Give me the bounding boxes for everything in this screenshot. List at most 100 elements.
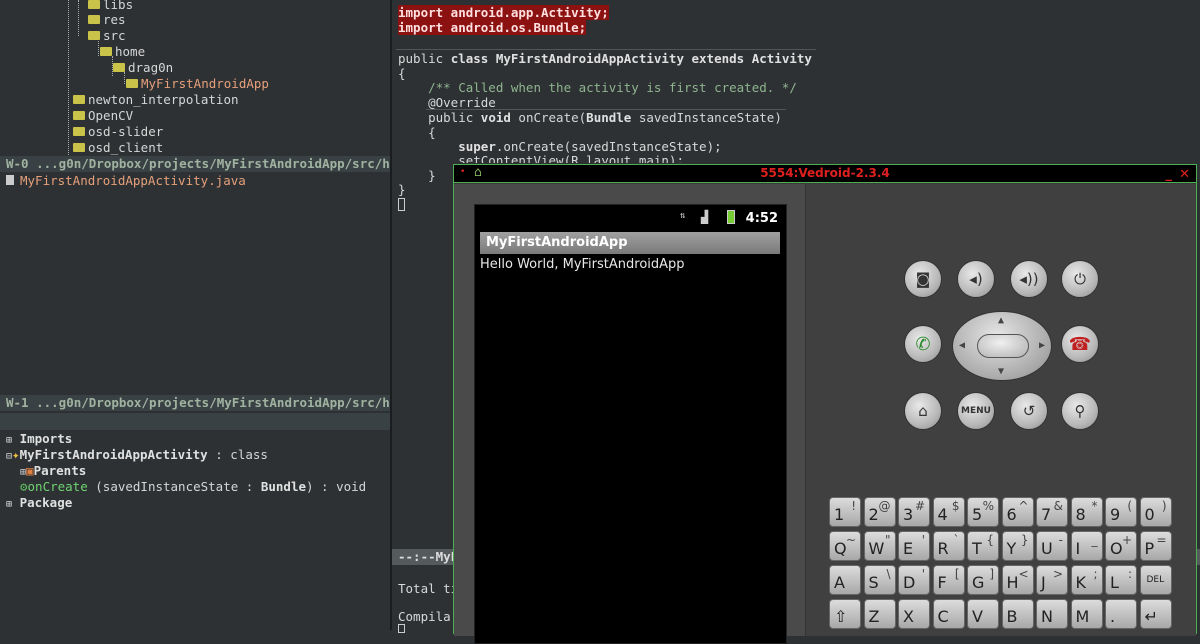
code-method-decl: public void onCreate(Bundle savedInstanc… bbox=[398, 110, 782, 125]
minimize-button[interactable]: _ bbox=[1166, 167, 1173, 182]
key-row3-9[interactable]: DEL bbox=[1139, 565, 1172, 595]
key-row1-5[interactable]: 6 ^ bbox=[1001, 497, 1034, 527]
key-row3-1[interactable]: S \ bbox=[863, 565, 896, 595]
key-row4-0[interactable]: ⇧ bbox=[829, 599, 861, 629]
key-row1-7[interactable]: 8 * bbox=[1070, 497, 1103, 527]
key-row3-3[interactable]: F[ bbox=[932, 565, 965, 595]
method-icon: ⚙ bbox=[20, 479, 28, 494]
key-row4-2[interactable]: X bbox=[898, 599, 930, 629]
key-row4-3[interactable]: C bbox=[932, 599, 965, 629]
key-row1-1[interactable]: 2 @ bbox=[863, 497, 896, 527]
key-row4-6[interactable]: N bbox=[1036, 599, 1068, 629]
key-shift-label: \ bbox=[886, 567, 891, 581]
key-row1-8[interactable]: 9( bbox=[1105, 497, 1137, 527]
key-row2-2[interactable]: E ' bbox=[898, 531, 930, 561]
end-call-button[interactable]: ☎ bbox=[1061, 325, 1099, 363]
outline-parents[interactable]: ⊞▣Parents bbox=[20, 463, 86, 479]
file-entry[interactable]: MyFirstAndroidAppActivity.java bbox=[6, 173, 246, 189]
volume-up-button[interactable]: ◂)) bbox=[1010, 260, 1048, 298]
key-row3-4[interactable]: G] bbox=[967, 565, 999, 595]
key-row2-7[interactable]: I _ bbox=[1070, 531, 1103, 561]
key-row3-0[interactable]: A bbox=[829, 565, 861, 595]
expand-icon[interactable]: ⊞ bbox=[6, 499, 12, 510]
folder-icon bbox=[100, 47, 112, 56]
outline-method[interactable]: ⚙onCreate (savedInstanceState : Bundle) … bbox=[20, 479, 366, 495]
dpad-left-icon[interactable]: ◀ bbox=[959, 340, 965, 351]
key-row1-9[interactable]: 0) bbox=[1139, 497, 1172, 527]
outline-imports[interactable]: ⊞ Imports bbox=[6, 431, 72, 447]
dpad-up-icon[interactable]: ▲ bbox=[998, 315, 1004, 326]
key-row2-1[interactable]: W " bbox=[863, 531, 896, 561]
tree-item-newton-interpolation[interactable]: newton_interpolation bbox=[73, 92, 239, 108]
key-main-label: Y bbox=[1006, 539, 1017, 558]
key-row2-9[interactable]: P = bbox=[1139, 531, 1172, 561]
folder-icon bbox=[88, 31, 100, 40]
dpad-right-icon[interactable]: ▶ bbox=[1039, 340, 1045, 351]
tree-item-home[interactable]: home bbox=[100, 44, 145, 60]
key-shift-label: - bbox=[1058, 533, 1063, 547]
class-icon: ✦ bbox=[12, 447, 20, 462]
back-button[interactable]: ↺ bbox=[1010, 392, 1048, 430]
key-row2-0[interactable]: Q ~ bbox=[829, 531, 861, 561]
tree-item-myfirstandroidapp[interactable]: MyFirstAndroidApp bbox=[126, 76, 269, 92]
key-row3-7[interactable]: K; bbox=[1070, 565, 1103, 595]
key-shift-label: " bbox=[884, 533, 891, 547]
key-row3-5[interactable]: H < bbox=[1001, 565, 1034, 595]
key-row2-8[interactable]: O + bbox=[1105, 531, 1137, 561]
code-override: @Override bbox=[398, 95, 496, 110]
key-row1-3[interactable]: 4 $ bbox=[932, 497, 965, 527]
power-button[interactable]: ⏻ bbox=[1061, 260, 1099, 298]
key-row2-6[interactable]: U- bbox=[1036, 531, 1068, 561]
tree-item-drag0n[interactable]: drag0n bbox=[113, 60, 173, 76]
key-row1-4[interactable]: 5% bbox=[967, 497, 999, 527]
tree-item-opencv[interactable]: OpenCV bbox=[73, 108, 133, 124]
key-row4-8[interactable]: . bbox=[1105, 599, 1137, 629]
tree-item-res[interactable]: res bbox=[88, 12, 126, 28]
code-inner-close: } bbox=[398, 168, 436, 183]
key-shift-label: ] bbox=[989, 567, 994, 581]
phone-screen[interactable]: ⇅ ▟ 4:52 MyFirstAndroidApp Hello World, … bbox=[474, 204, 787, 644]
code-import-2: import android.os.Bundle; bbox=[398, 20, 587, 35]
expand-icon[interactable]: ⊞ bbox=[6, 435, 12, 446]
home-button[interactable]: ⌂ bbox=[904, 392, 942, 430]
key-row3-8[interactable]: L: bbox=[1105, 565, 1137, 595]
outline-package[interactable]: ⊞ Package bbox=[6, 495, 72, 511]
menu-button[interactable]: MENU bbox=[957, 392, 995, 430]
dpad[interactable]: ▲ ▼ ◀ ▶ bbox=[952, 311, 1052, 381]
dpad-center[interactable] bbox=[977, 334, 1029, 358]
key-row4-1[interactable]: Z bbox=[863, 599, 896, 629]
key-row3-2[interactable]: D ' bbox=[898, 565, 930, 595]
tree-item-osd-slider[interactable]: osd-slider bbox=[73, 124, 163, 140]
key-row4-4[interactable]: V bbox=[967, 599, 999, 629]
tree-item-src[interactable]: src bbox=[88, 28, 126, 44]
emulator-window[interactable]: • ⌂ 5554:Vedroid-2.3.4 _ ✕ ⇅ ▟ 4:52 MyFi… bbox=[453, 164, 1197, 644]
key-main-label: F bbox=[937, 573, 947, 592]
dpad-down-icon[interactable]: ▼ bbox=[998, 366, 1004, 377]
key-row4-9[interactable]: ↵ bbox=[1139, 599, 1172, 629]
key-row3-6[interactable]: J > bbox=[1036, 565, 1068, 595]
code-super-call: super.onCreate(savedInstanceState); bbox=[458, 139, 722, 154]
key-row1-0[interactable]: 1! bbox=[829, 497, 861, 527]
end-call-icon: ☎ bbox=[1068, 333, 1092, 355]
key-main-label: L bbox=[1110, 573, 1119, 592]
key-row1-2[interactable]: 3 # bbox=[898, 497, 930, 527]
volume-down-button[interactable]: ◂) bbox=[957, 260, 995, 298]
tree-item-osd-client[interactable]: osd_client bbox=[73, 140, 163, 156]
key-row4-7[interactable]: M bbox=[1070, 599, 1103, 629]
key-main-label: I bbox=[1075, 539, 1081, 558]
key-row2-3[interactable]: R ` bbox=[932, 531, 965, 561]
call-button[interactable]: ✆ bbox=[904, 325, 942, 363]
search-button[interactable]: ⚲ bbox=[1061, 392, 1099, 430]
key-row4-5[interactable]: B bbox=[1001, 599, 1034, 629]
key-row1-6[interactable]: 7 & bbox=[1036, 497, 1068, 527]
camera-button[interactable]: ◙ bbox=[904, 260, 942, 298]
key-row2-5[interactable]: Y} bbox=[1001, 531, 1034, 561]
key-main-label: U bbox=[1041, 539, 1053, 558]
key-row2-4[interactable]: T{ bbox=[967, 531, 999, 561]
close-button[interactable]: ✕ bbox=[1179, 167, 1190, 182]
key-main-label: 4 bbox=[937, 505, 948, 524]
key-main-label: R bbox=[937, 539, 949, 558]
key-main-label: 3 bbox=[903, 505, 914, 524]
outline-class[interactable]: ⊟✦MyFirstAndroidAppActivity : class bbox=[6, 447, 268, 463]
emulator-titlebar[interactable]: • ⌂ 5554:Vedroid-2.3.4 _ ✕ bbox=[454, 165, 1196, 183]
